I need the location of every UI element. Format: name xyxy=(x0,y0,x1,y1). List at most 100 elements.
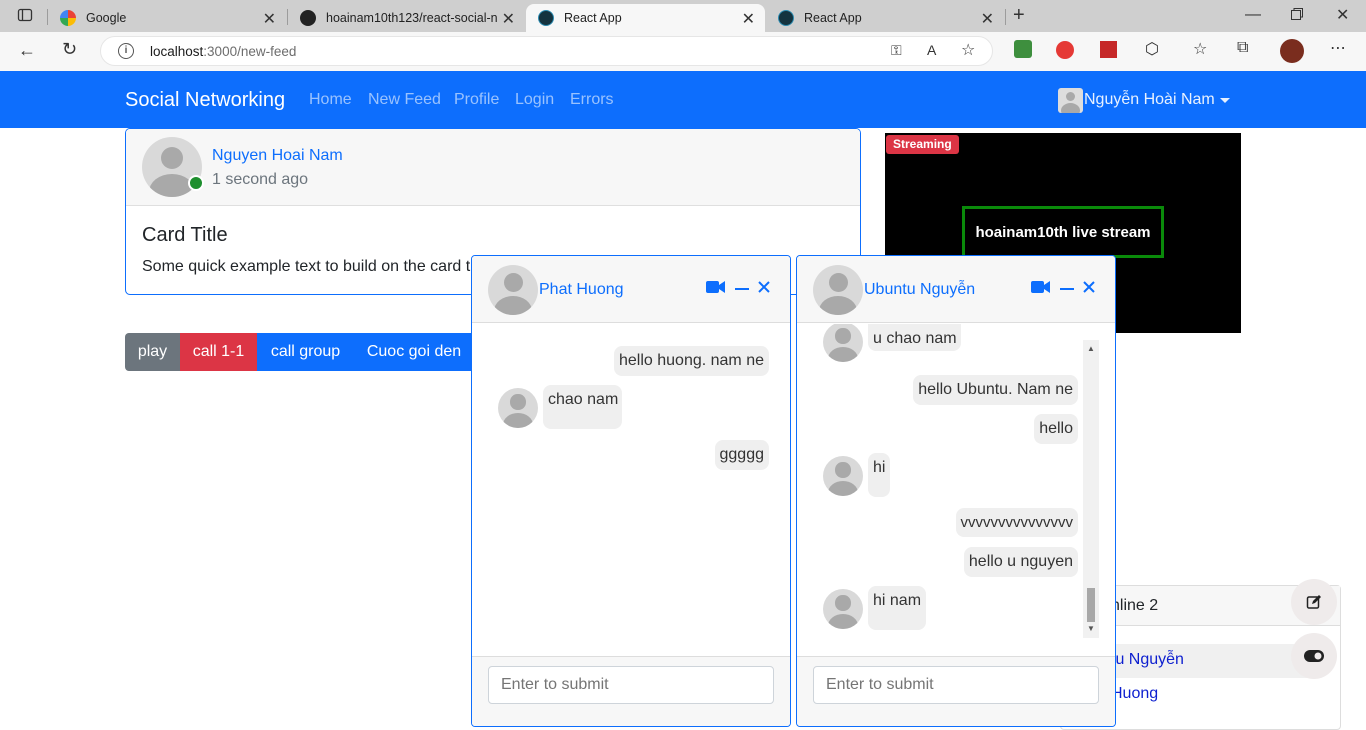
chat-contact-name[interactable]: Phat Huong xyxy=(539,281,624,299)
close-icon[interactable]: ✕ xyxy=(981,9,994,29)
site-info-icon[interactable]: i xyxy=(118,43,134,59)
message-outgoing: ggggg xyxy=(714,440,769,470)
stream-title: hoainam10th live stream xyxy=(962,206,1164,258)
close-icon[interactable]: ✕ xyxy=(742,9,755,29)
call-group-button[interactable]: call group xyxy=(257,333,354,371)
new-tab-icon[interactable]: + xyxy=(1013,4,1025,27)
tab-github[interactable]: hoainam10th123/react-social-ne ✕ xyxy=(288,4,525,32)
user-avatar xyxy=(1058,87,1083,113)
card-title: Card Title xyxy=(142,224,228,246)
chat-window-ubuntu-nguyen: Ubuntu Nguyễn u chao nam hello Ubuntu. N… xyxy=(796,255,1116,727)
minimize-chat-icon[interactable] xyxy=(1060,288,1074,290)
compose-button[interactable] xyxy=(1291,579,1337,625)
message-incoming: hi xyxy=(868,453,891,497)
message-outgoing: hello huong. nam ne xyxy=(614,346,769,376)
minimize-chat-icon[interactable] xyxy=(735,288,749,290)
tab-separator xyxy=(1005,9,1006,25)
card-text: Some quick example text to build on the … xyxy=(142,258,471,275)
profile-avatar-icon[interactable] xyxy=(1280,39,1304,63)
brand-link[interactable]: Social Networking xyxy=(125,89,285,112)
extension-red-icon[interactable] xyxy=(1100,41,1117,58)
tab-title: Google xyxy=(86,11,127,25)
minimize-icon[interactable]: — xyxy=(1245,6,1261,24)
user-dropdown[interactable]: Nguyễn Hoài Nam xyxy=(1058,87,1230,113)
browser-tab-strip: Google ✕ hoainam10th123/react-social-ne … xyxy=(0,0,1366,32)
chat-header: Phat Huong xyxy=(472,256,790,323)
online-user-name: Huong xyxy=(1111,685,1159,702)
tab-title: React App xyxy=(804,11,862,25)
video-call-icon[interactable] xyxy=(1031,280,1051,299)
stream-title-text: hoainam10th live stream xyxy=(975,223,1151,241)
url-host: localhost xyxy=(150,44,204,59)
chat-message-input[interactable] xyxy=(813,666,1099,704)
address-bar[interactable]: i localhost:3000/new-feed ⚿ A ☆ xyxy=(100,36,993,66)
scrollbar-thumb[interactable] xyxy=(1087,588,1095,622)
post-timestamp: 1 second ago xyxy=(212,171,309,188)
close-icon[interactable]: ✕ xyxy=(263,9,276,29)
message-incoming: chao nam xyxy=(543,385,622,429)
message-incoming: hi nam xyxy=(868,586,927,630)
adblock-icon[interactable] xyxy=(1056,41,1074,59)
browser-toolbar: ← ↻ i localhost:3000/new-feed ⚿ A ☆ ⬡ ☆ … xyxy=(0,32,1366,71)
nav-login[interactable]: Login xyxy=(515,91,554,109)
chat-avatar xyxy=(488,265,538,315)
nav-profile[interactable]: Profile xyxy=(454,91,499,109)
chevron-down-icon xyxy=(1219,97,1230,103)
extensions-icon[interactable]: ⬡ xyxy=(1145,39,1159,59)
chat-window-phat-huong: Phat Huong hello huong. nam ne chao nam … xyxy=(471,255,791,727)
read-aloud-icon[interactable]: A xyxy=(927,42,936,58)
add-favorite-icon[interactable]: ☆ xyxy=(961,40,975,60)
tab-react-app-active[interactable]: React App ✕ xyxy=(526,4,765,32)
scroll-down-icon[interactable]: ▼ xyxy=(1087,624,1095,633)
close-icon[interactable]: ✕ xyxy=(502,9,515,29)
key-icon[interactable]: ⚿ xyxy=(891,42,902,59)
chat-messages[interactable]: hello huong. nam ne chao nam ggggg xyxy=(472,324,790,656)
collections-icon[interactable]: ⧉ xyxy=(1237,39,1248,57)
react-icon xyxy=(538,10,554,26)
nav-new-feed[interactable]: New Feed xyxy=(368,91,441,109)
favorites-icon[interactable]: ☆ xyxy=(1193,39,1207,59)
incoming-call-button[interactable]: Cuoc goi den xyxy=(354,333,474,371)
toggle-button[interactable] xyxy=(1291,633,1337,679)
more-icon[interactable]: ⋯ xyxy=(1330,38,1346,58)
chat-contact-name[interactable]: Ubuntu Nguyễn xyxy=(864,281,975,299)
message-incoming: u chao nam xyxy=(868,324,961,351)
online-count-label: nline 2 xyxy=(1111,597,1159,614)
chat-messages[interactable]: u chao nam hello Ubuntu. Nam ne hello hi… xyxy=(797,324,1115,656)
close-chat-icon[interactable] xyxy=(758,280,770,298)
post-header: Nguyen Hoai Nam 1 second ago xyxy=(126,129,860,206)
tab-react-app[interactable]: React App ✕ xyxy=(766,4,1004,32)
tab-title: React App xyxy=(564,11,622,25)
url-text: localhost:3000/new-feed xyxy=(150,44,296,59)
window-close-icon[interactable]: ✕ xyxy=(1336,5,1349,25)
react-icon xyxy=(778,10,794,26)
toggle-icon xyxy=(1304,650,1324,662)
call-one-to-one-button[interactable]: call 1-1 xyxy=(180,333,257,371)
post-author-link[interactable]: Nguyen Hoai Nam xyxy=(212,147,343,165)
chat-footer xyxy=(797,656,1115,726)
nav-home[interactable]: Home xyxy=(309,91,352,109)
message-outgoing: hello Ubuntu. Nam ne xyxy=(913,375,1078,405)
github-icon xyxy=(300,10,316,26)
chat-message-input[interactable] xyxy=(488,666,774,704)
url-path: :3000/new-feed xyxy=(203,44,297,59)
message-avatar xyxy=(823,589,863,629)
online-user-name: tu Nguyễn xyxy=(1111,651,1184,668)
tab-title: hoainam10th123/react-social-ne xyxy=(326,11,498,25)
streaming-badge: Streaming xyxy=(886,135,959,154)
extension-download-icon[interactable] xyxy=(1014,40,1032,58)
tab-google[interactable]: Google ✕ xyxy=(48,4,286,32)
back-icon[interactable]: ← xyxy=(18,40,36,61)
google-icon xyxy=(60,10,76,26)
chat-footer xyxy=(472,656,790,726)
play-button[interactable]: play xyxy=(125,333,180,371)
edit-icon xyxy=(1306,595,1321,609)
online-status-dot xyxy=(188,175,204,191)
tab-actions-icon[interactable] xyxy=(17,7,33,28)
restore-icon[interactable] xyxy=(1290,7,1304,26)
video-call-icon[interactable] xyxy=(706,280,726,299)
refresh-icon[interactable]: ↻ xyxy=(62,39,77,60)
close-chat-icon[interactable] xyxy=(1083,280,1095,298)
nav-errors[interactable]: Errors xyxy=(570,91,614,109)
scroll-up-icon[interactable]: ▲ xyxy=(1087,344,1095,353)
